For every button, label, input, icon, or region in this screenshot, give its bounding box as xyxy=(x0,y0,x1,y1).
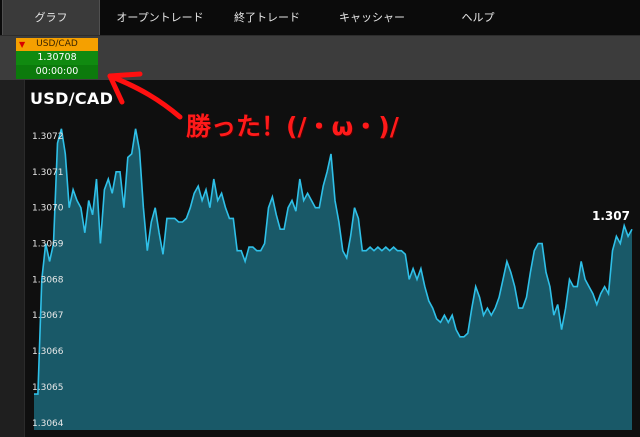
y-tick-label: 1.3072 xyxy=(32,132,64,142)
y-tick-label: 1.3069 xyxy=(32,240,64,250)
annotation-text: 勝った！(/・ω・)/ xyxy=(186,112,399,141)
last-price-label: 1.307 xyxy=(592,209,630,223)
y-tick-label: 1.3071 xyxy=(32,168,64,178)
y-tick-label: 1.3070 xyxy=(32,204,64,214)
y-tick-label: 1.3066 xyxy=(32,347,64,357)
y-tick-label: 1.3067 xyxy=(32,311,64,321)
price-chart: 1.3072 1.3071 1.3070 1.3069 1.3068 1.3067 1.30… xyxy=(32,71,633,431)
y-tick-label: 1.3068 xyxy=(32,275,64,285)
y-tick-label: 1.3064 xyxy=(32,419,64,429)
y-tick-label: 1.3065 xyxy=(32,383,64,393)
